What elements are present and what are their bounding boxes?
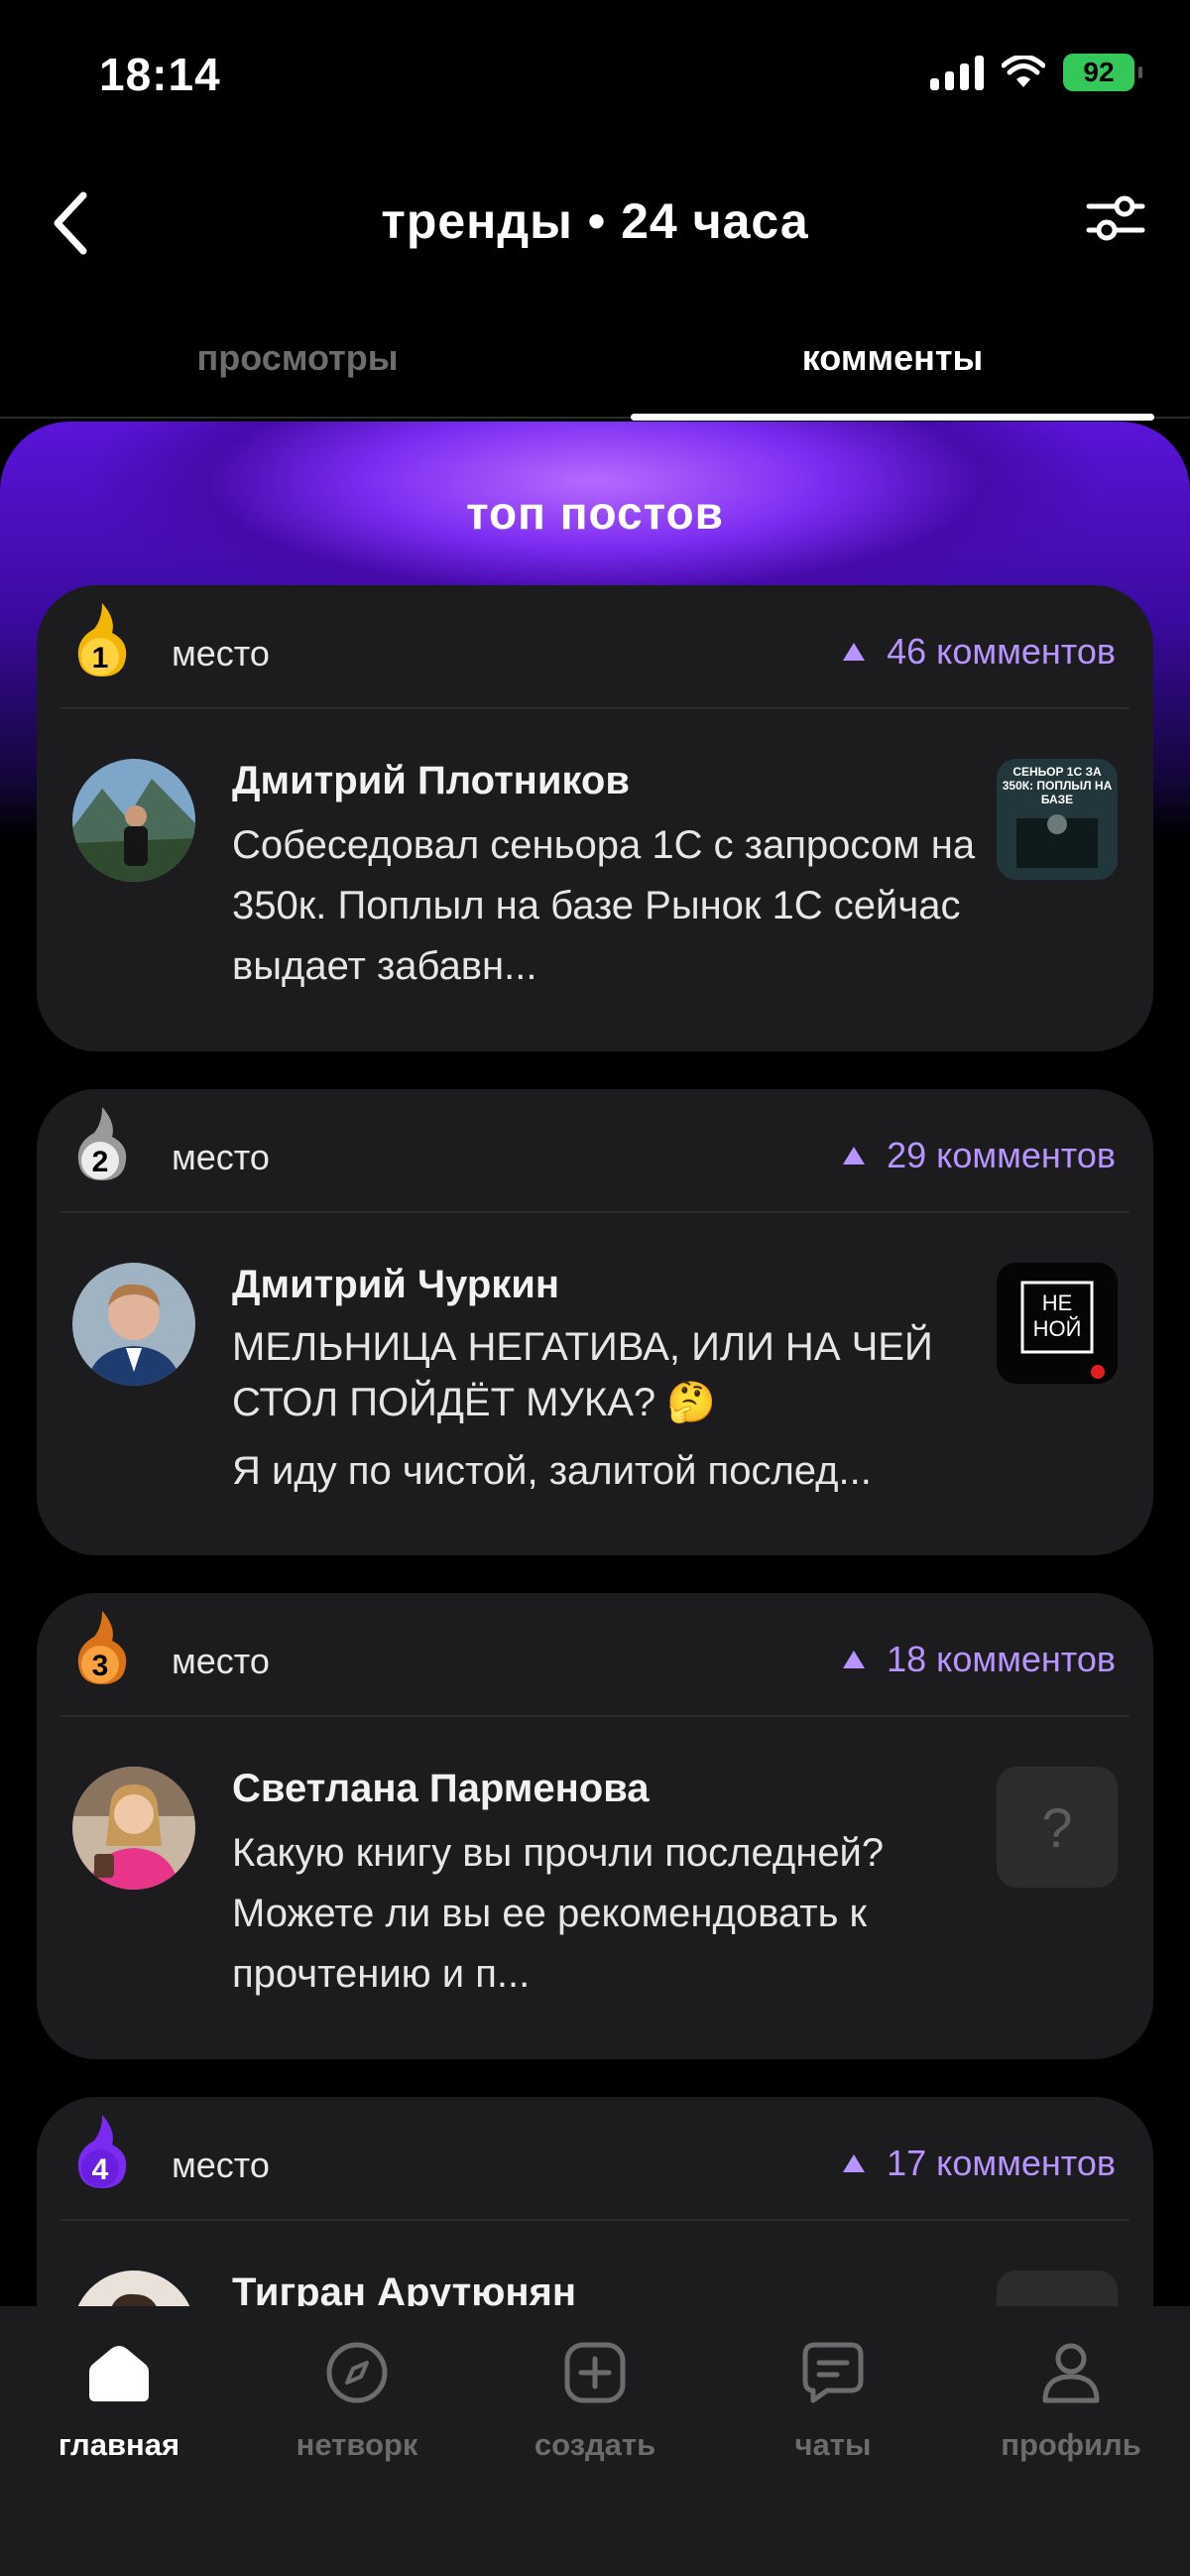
avatar[interactable] — [72, 1767, 195, 1890]
comments-count-text: 17 комментов — [887, 2143, 1116, 2183]
profile-icon — [1036, 2338, 1106, 2407]
place-label: место — [172, 1137, 270, 1177]
place-label: место — [172, 633, 270, 674]
compass-icon — [322, 2338, 392, 2407]
place-label: место — [172, 1641, 270, 1681]
post-author: Дмитрий Чуркин — [232, 1263, 560, 1306]
avatar-photo — [72, 1767, 195, 1890]
tab-comments[interactable]: комменты — [595, 337, 1190, 379]
status-bar: 18:14 92 — [0, 0, 1190, 149]
rank-number: 3 — [92, 1650, 109, 1682]
tab-bar: просмотры комменты — [0, 327, 1190, 421]
plus-square-icon — [560, 2338, 630, 2407]
nav-label: нетворк — [296, 2427, 418, 2462]
place-label: место — [172, 2145, 270, 2185]
flame-rank-1-icon: 1 — [77, 603, 127, 676]
nav-label: главная — [58, 2427, 180, 2462]
comments-count-text: 29 комментов — [887, 1135, 1116, 1175]
nav-label: создать — [534, 2427, 656, 2462]
battery-level: 92 — [1083, 57, 1115, 87]
tab-active-indicator — [631, 414, 1154, 421]
question-mark-icon: ? — [1041, 1795, 1073, 1859]
nav-label: профиль — [1001, 2427, 1141, 2462]
flame-rank-2-icon: 2 — [77, 1107, 127, 1180]
tab-views[interactable]: просмотры — [0, 337, 595, 379]
rank-number: 1 — [92, 642, 109, 675]
flame-rank-3-icon: 3 — [77, 1611, 127, 1684]
thumbnail-image: СЕНЬОР 1С ЗА 350К: ПОПЛЫЛ НА БАЗЕ — [997, 759, 1118, 880]
rank-number: 2 — [92, 1146, 109, 1178]
card-header: 3 место 18 комментов — [60, 1593, 1130, 1717]
avatar-photo — [72, 1263, 195, 1386]
bottom-navigation: главная нетворк создать чаты профиль — [0, 2306, 1190, 2576]
comments-count-text: 46 комментов — [887, 631, 1116, 672]
thumbnail-image: НЕ НОЙ — [997, 1263, 1118, 1384]
chat-icon — [798, 2338, 868, 2407]
flame-rank-4-icon: 4 — [77, 2115, 127, 2188]
post-thumbnail[interactable]: НЕ НОЙ — [997, 1263, 1118, 1384]
nav-label: чаты — [794, 2427, 872, 2462]
cellular-signal-icon — [930, 55, 984, 90]
card-header: 4 место 17 комментов — [60, 2097, 1130, 2221]
comments-count: 29 комментов — [843, 1135, 1116, 1176]
nav-home[interactable]: главная — [0, 2338, 238, 2463]
status-time: 18:14 — [99, 49, 221, 100]
post-text: Собеседовал сеньора 1С с запросом на 350… — [232, 823, 976, 988]
wifi-icon — [1002, 56, 1045, 87]
up-triangle-icon — [843, 643, 866, 661]
sliders-icon — [1086, 195, 1145, 241]
up-triangle-icon — [843, 2154, 866, 2172]
thumbnail-caption: НЕ НОЙ — [1032, 1290, 1082, 1341]
post-card-1[interactable]: 1 место 46 комментов Дмитрий Плотников С… — [37, 585, 1153, 1051]
nav-chats[interactable]: чаты — [714, 2338, 952, 2463]
up-triangle-icon — [843, 1147, 866, 1165]
header: тренды • 24 часа — [0, 169, 1190, 278]
status-icons: 92 — [930, 54, 1142, 91]
card-header: 2 место 29 комментов — [60, 1089, 1130, 1213]
post-text: Какую книгу вы прочли последней? Можете … — [232, 1831, 885, 1996]
comments-count: 17 комментов — [843, 2143, 1116, 2184]
avatar[interactable] — [72, 759, 195, 882]
home-icon — [84, 2338, 154, 2407]
nav-profile[interactable]: профиль — [952, 2338, 1190, 2463]
filter-button[interactable] — [1085, 192, 1154, 252]
post-author: Светлана Парменова — [232, 1767, 650, 1810]
up-triangle-icon — [843, 1651, 866, 1668]
post-text: МЕЛЬНИЦА НЕГАТИВА, ИЛИ НА ЧЕЙ СТОЛ ПОЙДЁ… — [232, 1325, 933, 1424]
avatar-photo — [72, 759, 195, 882]
nav-create[interactable]: создать — [476, 2338, 714, 2463]
post-thumbnail-placeholder[interactable]: ? — [997, 1767, 1118, 1888]
post-thumbnail[interactable]: СЕНЬОР 1С ЗА 350К: ПОПЛЫЛ НА БАЗЕ — [997, 759, 1118, 880]
post-text-preview: Я иду по чистой, залитой послед... — [232, 1449, 872, 1493]
post-card-3[interactable]: 3 место 18 комментов Светлана Парменова … — [37, 1593, 1153, 2059]
card-header: 1 место 46 комментов — [60, 585, 1130, 709]
rank-number: 4 — [92, 2153, 109, 2186]
avatar[interactable] — [72, 1263, 195, 1386]
page-title: тренды • 24 часа — [381, 193, 809, 249]
comments-count-text: 18 комментов — [887, 1639, 1116, 1679]
post-author: Дмитрий Плотников — [232, 759, 630, 802]
comments-count: 46 комментов — [843, 631, 1116, 673]
section-title: топ постов — [466, 487, 724, 539]
thumbnail-caption: СЕНЬОР 1С ЗА 350К: ПОПЛЫЛ НА БАЗЕ — [1002, 765, 1113, 804]
battery-indicator: 92 — [1063, 54, 1142, 91]
nav-network[interactable]: нетворк — [238, 2338, 476, 2463]
post-card-2[interactable]: 2 место 29 комментов Дмитрий Чуркин МЕЛЬ… — [37, 1089, 1153, 1555]
comments-count: 18 комментов — [843, 1639, 1116, 1680]
